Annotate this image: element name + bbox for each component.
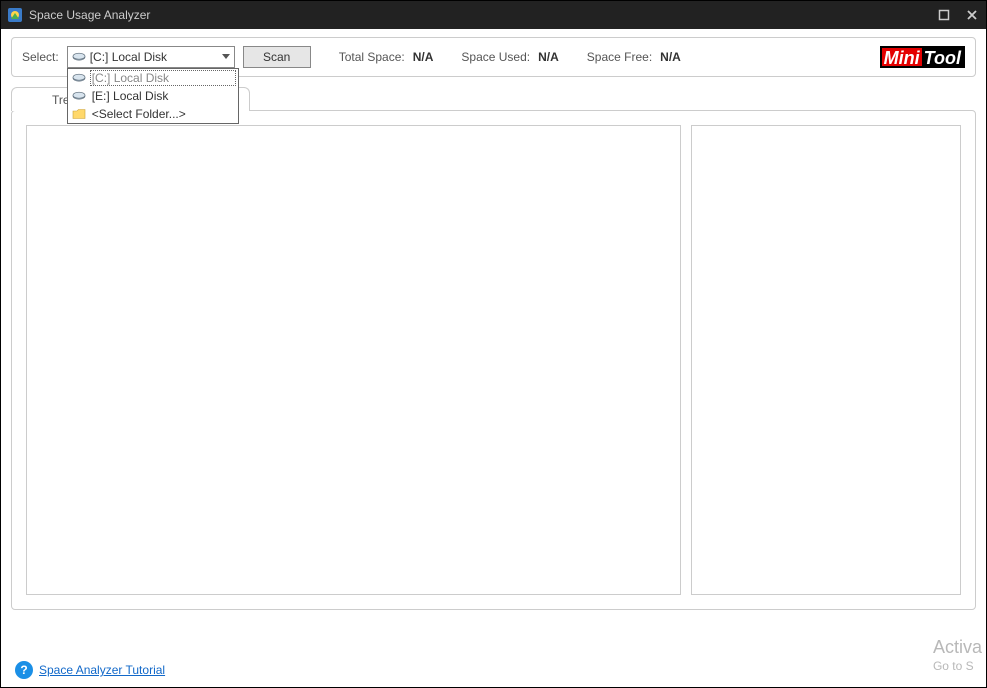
space-used-label: Space Used:	[461, 50, 530, 64]
space-free-value: N/A	[660, 50, 681, 64]
drive-dropdown: [C:] Local Disk [E:] Local Disk <Select …	[67, 68, 239, 124]
title-bar: Space Usage Analyzer	[1, 1, 986, 29]
space-used-value: N/A	[538, 50, 559, 64]
chevron-down-icon	[222, 54, 230, 60]
dropdown-item-label: [C:] Local Disk	[90, 70, 236, 86]
toolbar: Select: [C:] Local Disk	[11, 37, 976, 77]
tutorial-link[interactable]: Space Analyzer Tutorial	[39, 663, 165, 677]
watermark-line1: Activa	[933, 637, 982, 659]
watermark-line2: Go to S	[933, 659, 982, 673]
app-icon	[7, 7, 23, 23]
disk-icon	[72, 73, 86, 83]
dropdown-item-select-folder[interactable]: <Select Folder...>	[68, 105, 238, 123]
space-free-label: Space Free:	[587, 50, 652, 64]
dropdown-item-e[interactable]: [E:] Local Disk	[68, 87, 238, 105]
tabs-container: Tree Vi ew	[11, 87, 976, 610]
tree-panel	[26, 125, 681, 595]
disk-icon	[72, 91, 86, 101]
footer: ? Space Analyzer Tutorial	[15, 661, 165, 679]
brand-logo: MiniTool	[880, 46, 965, 68]
window-title: Space Usage Analyzer	[29, 8, 150, 22]
brand-tool: Tool	[922, 48, 963, 66]
tab-panel	[11, 110, 976, 610]
help-icon: ?	[15, 661, 33, 679]
maximize-button[interactable]	[930, 1, 958, 29]
dropdown-item-c[interactable]: [C:] Local Disk	[68, 69, 238, 87]
folder-icon	[72, 108, 86, 120]
total-space-value: N/A	[413, 50, 434, 64]
windows-activation-watermark: Activa Go to S	[933, 637, 982, 673]
detail-panel	[691, 125, 961, 595]
select-label: Select:	[22, 50, 59, 64]
drive-select-wrap: [C:] Local Disk [C:] Local Disk	[67, 46, 235, 68]
drive-select[interactable]: [C:] Local Disk	[67, 46, 235, 68]
total-space-label: Total Space:	[339, 50, 405, 64]
dropdown-item-label: <Select Folder...>	[92, 107, 234, 121]
drive-select-value: [C:] Local Disk	[90, 50, 218, 64]
scan-button[interactable]: Scan	[243, 46, 311, 68]
brand-mini: Mini	[882, 48, 922, 66]
dropdown-item-label: [E:] Local Disk	[92, 89, 234, 103]
close-button[interactable]	[958, 1, 986, 29]
disk-icon	[72, 52, 86, 62]
